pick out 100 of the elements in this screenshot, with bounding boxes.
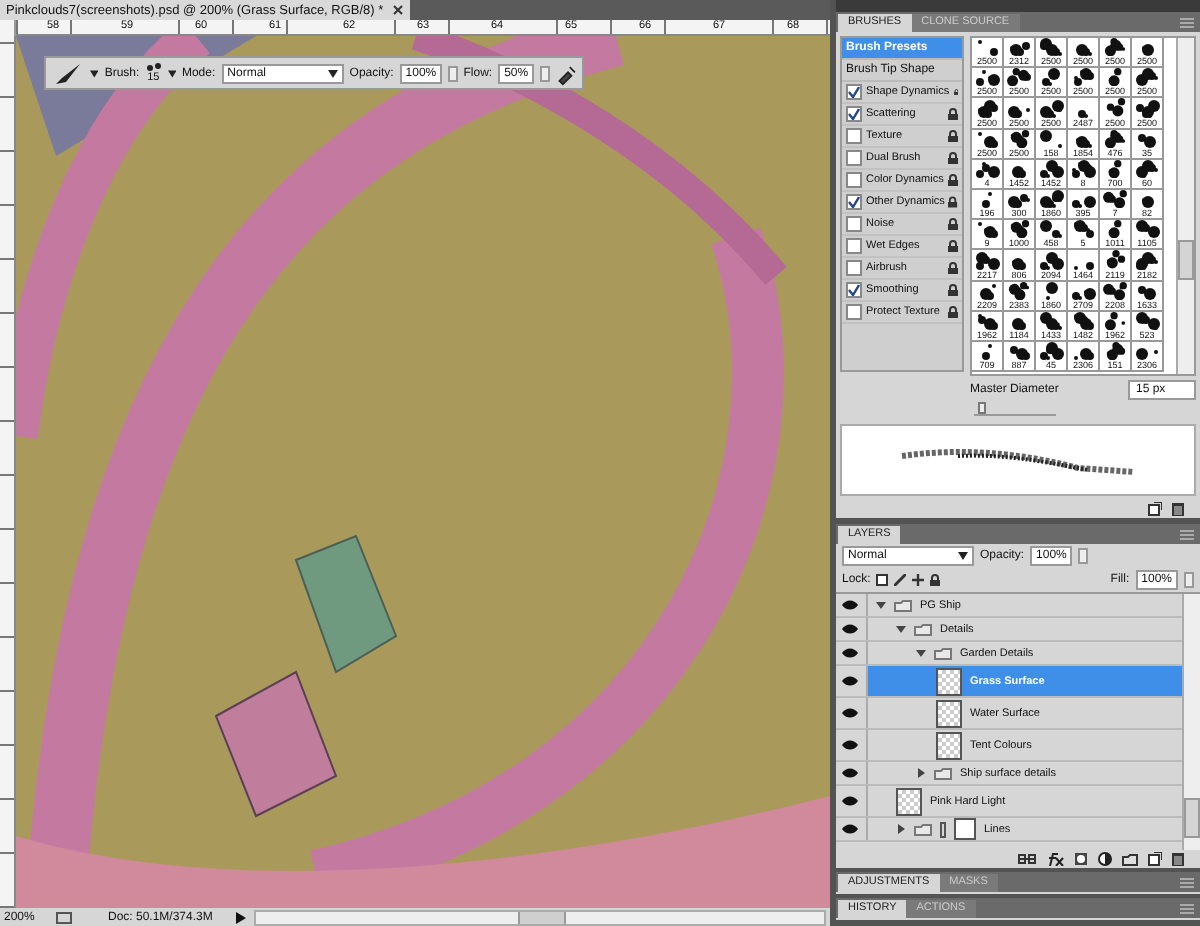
lock-icon (948, 218, 958, 230)
brush-icon (54, 61, 82, 85)
caret-icon (167, 69, 176, 77)
brush-tip-icon (1075, 135, 1091, 148)
brush-tip-icon (1075, 44, 1091, 57)
checkbox[interactable] (846, 216, 862, 232)
diameter-slider[interactable] (974, 402, 1056, 416)
new-preset-icon[interactable] (1148, 502, 1162, 516)
horizontal-scrollbar[interactable] (254, 909, 826, 925)
scroll-thumb[interactable] (1184, 798, 1200, 839)
brush-tip-icon (1136, 159, 1158, 178)
brush-tip-icon (1071, 159, 1095, 178)
close-icon[interactable] (391, 4, 404, 16)
disclosure-triangle-icon[interactable] (896, 624, 906, 634)
trash-icon[interactable] (1172, 852, 1184, 866)
brush-tip-icon (1012, 317, 1026, 330)
fx-icon[interactable] (1046, 852, 1064, 866)
brush-tip-icon (1105, 341, 1125, 361)
brush-tip-icon (977, 99, 997, 118)
brush-tool-button[interactable] (52, 59, 84, 87)
lock-paint-icon[interactable] (894, 574, 907, 586)
checkbox[interactable] (846, 172, 862, 188)
new-layer-icon[interactable] (1148, 852, 1162, 866)
brush-tip-icon (1108, 220, 1122, 239)
checkbox[interactable] (846, 128, 862, 144)
brush-tip-icon (977, 313, 997, 330)
brush-tip-icon (1039, 159, 1063, 178)
brush-tip-icon (1071, 287, 1095, 300)
scroll-thumb[interactable] (1178, 239, 1194, 280)
disclosure-triangle-icon[interactable] (896, 824, 906, 834)
mask-icon[interactable] (1074, 852, 1088, 866)
brush-tip-icon (1008, 281, 1030, 300)
disclosure-triangle-icon[interactable] (916, 648, 926, 658)
eye-icon[interactable] (842, 708, 858, 718)
checkbox[interactable] (846, 150, 862, 166)
vertical-scrollbar[interactable] (1176, 38, 1194, 374)
triangle-icon[interactable] (236, 911, 246, 923)
checkbox[interactable] (846, 194, 862, 210)
adjustment-icon[interactable] (1098, 852, 1112, 866)
brush-tip-icon (982, 192, 992, 209)
brush-tip-icon (1105, 98, 1125, 118)
eye-icon[interactable] (842, 796, 858, 806)
lock-icon[interactable] (930, 574, 941, 586)
eye-icon[interactable] (842, 824, 858, 834)
lock-icon (948, 262, 958, 274)
brush-tip-icon (1102, 189, 1128, 209)
eye-icon[interactable] (842, 768, 858, 778)
checkbox[interactable] (846, 304, 862, 320)
brush-tip-icon (1040, 311, 1062, 330)
brush-tip-icon (145, 62, 162, 74)
brush-tip-icon (1009, 220, 1029, 239)
brush-tip-icon (1040, 129, 1062, 148)
airbrush-icon[interactable] (555, 61, 576, 85)
brush-tip-icon (1009, 129, 1029, 148)
layer-thumbnail (936, 731, 962, 759)
lock-icon (948, 130, 958, 142)
brush-tip-icon (1141, 44, 1153, 57)
layer-thumbnail (936, 667, 962, 695)
checkbox[interactable] (846, 84, 862, 100)
slider-thumb[interactable] (978, 402, 987, 414)
brush-tip-icon (1135, 311, 1159, 330)
layer-thumbnail (896, 787, 922, 815)
move-icon[interactable] (912, 574, 925, 586)
brush-tip-icon (1012, 257, 1026, 269)
eye-icon[interactable] (842, 676, 858, 686)
brush-tip-icon (1138, 285, 1156, 300)
layer-thumbnail (936, 699, 962, 727)
checkbox[interactable] (846, 282, 862, 298)
brush-tip-icon (1104, 311, 1126, 330)
folder-icon[interactable] (1122, 853, 1138, 865)
lock-transparent-icon[interactable] (876, 574, 889, 586)
brush-tip-icon (1073, 261, 1093, 269)
checkbox[interactable] (846, 238, 862, 254)
brush-tip-icon (1108, 68, 1122, 87)
preview-icon (56, 911, 72, 923)
brush-tip-icon (1073, 220, 1093, 239)
caret-icon (327, 69, 338, 77)
brush-tip-icon (1039, 251, 1063, 269)
brush-tip-icon (1136, 348, 1158, 361)
checkbox[interactable] (846, 260, 862, 276)
brush-tip-icon (1071, 196, 1095, 209)
brush-tip-icon (1138, 133, 1156, 148)
brush-tip-icon (1008, 105, 1030, 118)
disclosure-triangle-icon[interactable] (916, 768, 926, 778)
disclosure-triangle-icon[interactable] (876, 600, 886, 610)
link-icon[interactable] (1018, 854, 1036, 864)
lock-icon (948, 284, 958, 296)
lock-icon (948, 108, 958, 120)
caret-icon (958, 552, 968, 560)
folder-icon (914, 823, 932, 835)
brush-tip-icon (1073, 348, 1093, 361)
lock-icon (948, 196, 958, 208)
trash-icon[interactable] (1172, 502, 1184, 516)
brush-tip-icon (977, 222, 997, 239)
brush-tip-icon (1108, 159, 1122, 178)
scroll-thumb[interactable] (517, 911, 566, 923)
eye-icon[interactable] (842, 740, 858, 750)
brush-tip-icon (975, 161, 999, 178)
checkbox[interactable] (846, 106, 862, 122)
vertical-scrollbar[interactable] (1182, 594, 1200, 850)
